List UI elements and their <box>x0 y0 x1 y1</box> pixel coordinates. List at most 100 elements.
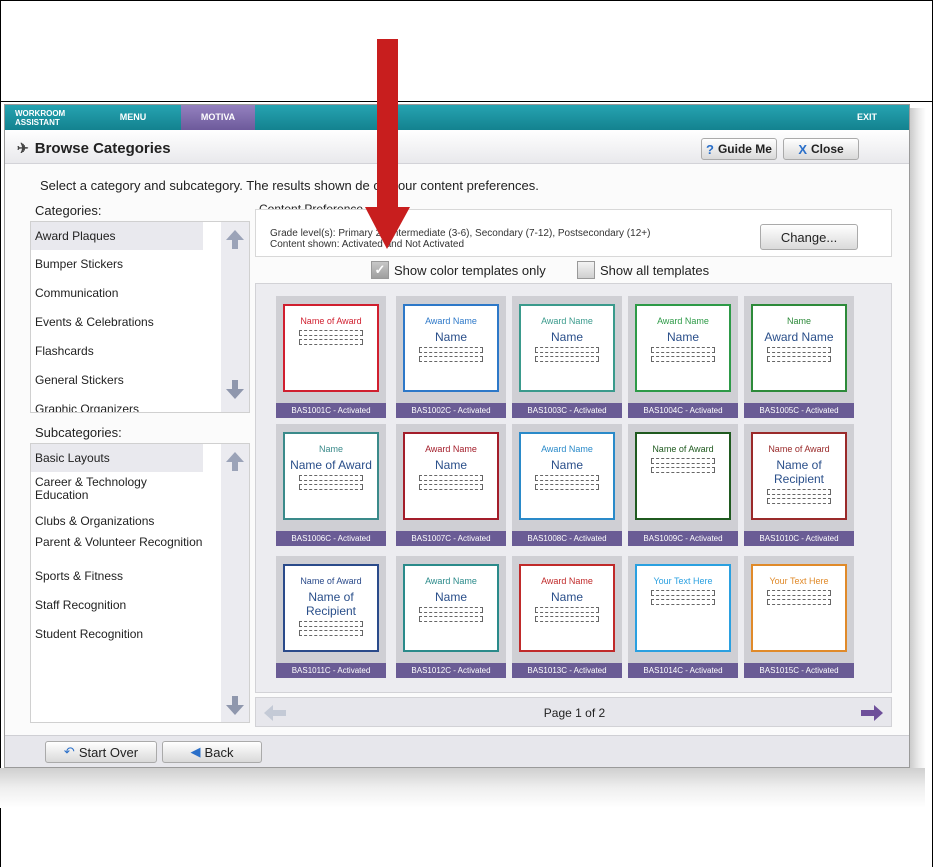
template-preview-title: Award Name <box>657 316 709 326</box>
template-field-placeholder <box>650 599 716 605</box>
categories-label: Categories: <box>35 203 102 218</box>
template-thumbnail[interactable]: Name of Award Name of Recipient BAS1010C -… <box>744 424 854 546</box>
back-label: Back <box>204 744 234 760</box>
pager-bar: Page 1 of 2 <box>255 697 892 727</box>
subcategory-item[interactable]: Student Recognition <box>31 628 203 641</box>
template-id-label: BAS1005C - Activated <box>744 403 854 418</box>
template-id-label: BAS1001C - Activated <box>276 403 386 418</box>
template-preview-title: Your Text Here <box>769 576 829 586</box>
next-page-icon[interactable] <box>861 705 883 721</box>
subcategory-item[interactable]: Clubs & Organizations <box>31 515 203 528</box>
workroom-assistant-tab[interactable]: WORKROOM ASSISTANT <box>15 105 81 130</box>
page-title-text: Browse Categories <box>34 140 171 157</box>
template-thumbnail[interactable]: Name Award Name BAS1005C - Activated <box>744 296 854 418</box>
color-only-label: Show color templates only <box>394 262 546 278</box>
frame-divider <box>0 101 933 102</box>
category-item[interactable]: Bumper Stickers <box>31 258 203 271</box>
footer-bar: ↶ Start Over ◀ Back <box>5 735 909 767</box>
template-preview-name: Name of Recipient <box>773 458 825 486</box>
template-preview-name: Name <box>434 458 467 472</box>
category-item[interactable]: Flashcards <box>31 345 203 358</box>
template-id-label: BAS1009C - Activated <box>628 531 738 546</box>
template-thumbnail[interactable]: Award Name Name BAS1012C - Activated <box>396 556 506 678</box>
color-only-filter[interactable]: ✓ Show color templates only <box>371 261 546 279</box>
pin-icon: ✈ <box>17 140 29 156</box>
template-field-placeholder <box>418 484 484 490</box>
all-templates-filter[interactable]: Show all templates <box>577 261 709 279</box>
app-window: WORKROOM ASSISTANT MENU MOTIVA EXIT ✈ Br… <box>4 104 910 768</box>
template-preview: Award Name Name <box>403 564 499 652</box>
window-shadow-bottom <box>0 768 925 808</box>
change-preferences-button[interactable]: Change... <box>760 224 858 250</box>
template-preview-title: Name <box>786 316 811 326</box>
template-preview: Name of Award Name of Recipient <box>283 564 379 652</box>
template-preview: Your Text Here <box>635 564 731 652</box>
guide-me-button[interactable]: ? Guide Me <box>701 138 777 160</box>
template-field-placeholder <box>650 458 716 464</box>
template-field-placeholder <box>766 599 832 605</box>
template-preview-title: Name of Award <box>300 576 362 586</box>
template-id-label: BAS1014C - Activated <box>628 663 738 678</box>
template-preview-title: Your Text Here <box>653 576 713 586</box>
subcategory-item[interactable]: Basic Layouts <box>31 444 203 472</box>
template-thumbnail[interactable]: Award Name Name BAS1003C - Activated <box>512 296 622 418</box>
template-preview-name: Name <box>550 590 583 604</box>
subcategory-item[interactable]: Career & Technology Education <box>31 476 203 502</box>
template-thumbnail[interactable]: Award Name Name BAS1004C - Activated <box>628 296 738 418</box>
template-thumbnail[interactable]: Award Name Name BAS1008C - Activated <box>512 424 622 546</box>
scroll-up-icon[interactable] <box>226 452 244 462</box>
template-thumbnail[interactable]: Award Name Name BAS1002C - Activated <box>396 296 506 418</box>
template-id-label: BAS1012C - Activated <box>396 663 506 678</box>
template-preview-title: Award Name <box>425 444 477 454</box>
template-thumbnail[interactable]: Your Text Here BAS1015C - Activated <box>744 556 854 678</box>
template-preview-title: Name of Award <box>300 316 362 326</box>
template-field-placeholder <box>534 616 600 622</box>
subcategory-item[interactable]: Sports & Fitness <box>31 570 203 583</box>
start-over-button[interactable]: ↶ Start Over <box>45 741 157 763</box>
template-preview: Award Name Name <box>519 304 615 392</box>
template-preview: Your Text Here <box>751 564 847 652</box>
all-templates-label: Show all templates <box>600 262 710 278</box>
undo-icon: ↶ <box>63 744 75 759</box>
category-item[interactable]: Events & Celebrations <box>31 316 203 329</box>
template-field-placeholder <box>650 467 716 473</box>
template-field-placeholder <box>534 484 600 490</box>
exit-tab[interactable]: EXIT <box>847 105 887 130</box>
template-preview-name: Name of Recipient <box>305 590 357 618</box>
scroll-down-icon[interactable] <box>226 389 244 399</box>
color-only-checkbox[interactable]: ✓ <box>371 261 389 279</box>
template-field-placeholder <box>418 616 484 622</box>
template-id-label: BAS1006C - Activated <box>276 531 386 546</box>
menu-tab[interactable]: MENU <box>93 105 173 130</box>
subcategories-scrollbar[interactable] <box>221 444 249 722</box>
category-item[interactable]: Graphic Organizers <box>31 403 203 413</box>
category-item[interactable]: Communication <box>31 287 203 300</box>
template-thumbnail[interactable]: Name of Award Name of Recipient BAS1011C -… <box>276 556 386 678</box>
close-icon: X <box>798 141 807 157</box>
template-thumbnail[interactable]: Award Name Name BAS1013C - Activated <box>512 556 622 678</box>
template-preview: Name of Award <box>283 304 379 392</box>
category-item[interactable]: General Stickers <box>31 374 203 387</box>
template-thumbnail[interactable]: Award Name Name BAS1007C - Activated <box>396 424 506 546</box>
all-templates-checkbox[interactable] <box>577 261 595 279</box>
subcategory-item[interactable]: Staff Recognition <box>31 599 203 612</box>
template-thumbnail[interactable]: Name of Award BAS1009C - Activated <box>628 424 738 546</box>
scroll-down-icon[interactable] <box>226 705 244 715</box>
template-preview: Award Name Name <box>403 432 499 520</box>
category-item[interactable]: Award Plaques <box>31 222 203 250</box>
template-thumbnail[interactable]: Name Name of Award BAS1006C - Activated <box>276 424 386 546</box>
scroll-up-stem <box>232 462 238 471</box>
subcategory-item[interactable]: Parent & Volunteer Recognition <box>31 536 203 549</box>
template-field-placeholder <box>650 347 716 353</box>
scroll-up-icon[interactable] <box>226 230 244 240</box>
motiva-tab[interactable]: MOTIVA <box>181 105 255 130</box>
back-button[interactable]: ◀ Back <box>162 741 262 763</box>
template-field-placeholder <box>418 347 484 353</box>
template-thumbnail[interactable]: Name of Award BAS1001C - Activated <box>276 296 386 418</box>
categories-scrollbar[interactable] <box>221 222 249 412</box>
template-thumbnail[interactable]: Your Text Here BAS1014C - Activated <box>628 556 738 678</box>
question-icon: ? <box>706 141 714 157</box>
close-button[interactable]: X Close <box>783 138 859 160</box>
template-field-placeholder <box>766 489 832 495</box>
scroll-down-stem <box>232 380 238 389</box>
